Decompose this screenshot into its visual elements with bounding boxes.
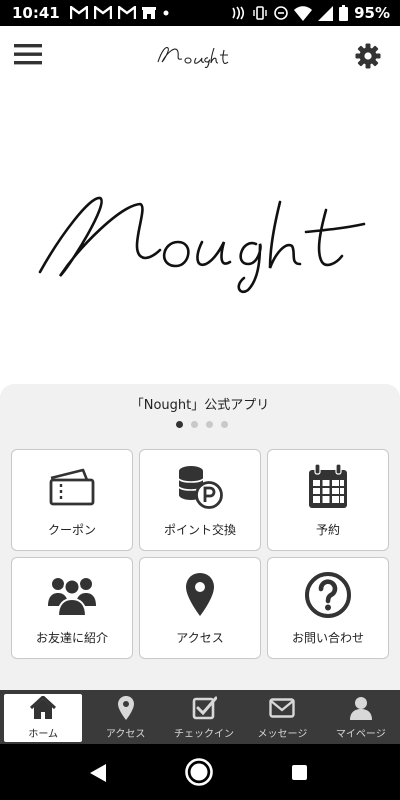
coupon-label: クーポン bbox=[47, 523, 96, 537]
nav-access-label: アクセス bbox=[105, 729, 146, 740]
gmail-icon bbox=[117, 6, 136, 19]
coupon-tile[interactable]: クーポン bbox=[11, 449, 133, 551]
battery-icon bbox=[339, 5, 349, 21]
notification-icons bbox=[69, 6, 170, 20]
hero-logo bbox=[38, 196, 366, 294]
signal-icon bbox=[318, 5, 334, 21]
home-icon bbox=[30, 696, 57, 719]
app-header bbox=[0, 26, 400, 86]
nfc-icon bbox=[232, 6, 245, 20]
carousel-indicator bbox=[176, 421, 228, 428]
checkbox-icon bbox=[192, 696, 218, 720]
nav-message-label: メッセージ bbox=[257, 729, 308, 740]
access-label: アクセス bbox=[176, 631, 224, 645]
recent-apps-icon[interactable] bbox=[292, 765, 307, 780]
reservation-label: 予約 bbox=[315, 523, 340, 537]
inquiry-tile[interactable]: お問い合わせ bbox=[267, 557, 389, 659]
nav-access[interactable]: アクセス bbox=[86, 690, 164, 744]
content-panel: 「Nought」公式アプリ クーポン ポイント交換 予約 お友達に紹介 アクセス… bbox=[0, 384, 400, 690]
carousel-dot-2[interactable] bbox=[191, 421, 198, 428]
nav-checkin[interactable]: チェックイン bbox=[165, 690, 243, 744]
coins-icon bbox=[178, 466, 223, 509]
calendar-icon bbox=[309, 463, 347, 508]
status-bar: 10:41 95% bbox=[0, 0, 400, 26]
settings-button[interactable] bbox=[354, 42, 384, 72]
back-icon[interactable] bbox=[90, 764, 106, 782]
ticket-icon bbox=[49, 468, 95, 506]
point-exchange-tile[interactable]: ポイント交換 bbox=[139, 449, 261, 551]
header-logo bbox=[157, 46, 229, 69]
bottom-nav: ホーム アクセス チェックイン メッセージ マイページ bbox=[0, 690, 400, 744]
gmail-icon bbox=[93, 6, 112, 19]
app-title: 「Nought」公式アプリ bbox=[130, 398, 270, 413]
nav-message[interactable]: メッセージ bbox=[243, 690, 321, 744]
wifi-icon bbox=[294, 5, 313, 21]
carousel-dot-4[interactable] bbox=[221, 421, 228, 428]
envelope-icon bbox=[269, 698, 296, 718]
system-nav-bar bbox=[0, 744, 400, 800]
gmail-icon bbox=[69, 6, 88, 19]
inquiry-label: お問い合わせ bbox=[291, 631, 364, 645]
map-pin-icon bbox=[117, 696, 134, 720]
map-pin-icon bbox=[186, 573, 214, 616]
group-icon bbox=[48, 578, 96, 617]
home-button-icon[interactable] bbox=[184, 757, 214, 787]
hero-banner bbox=[0, 86, 400, 386]
nav-checkin-label: チェックイン bbox=[174, 729, 235, 740]
carousel-dot-3[interactable] bbox=[206, 421, 213, 428]
person-icon bbox=[349, 697, 372, 720]
reservation-tile[interactable]: 予約 bbox=[267, 449, 389, 551]
nav-home[interactable]: ホーム bbox=[4, 694, 83, 742]
hamburger-icon bbox=[14, 44, 42, 65]
store-icon bbox=[141, 7, 156, 19]
status-time: 10:41 bbox=[12, 4, 60, 22]
question-icon bbox=[305, 572, 351, 618]
gear-icon bbox=[355, 43, 381, 69]
invite-friends-tile[interactable]: お友達に紹介 bbox=[11, 557, 133, 659]
invite-friends-label: お友達に紹介 bbox=[35, 631, 108, 645]
vibrate-icon bbox=[253, 6, 267, 20]
battery-percentage: 95% bbox=[354, 4, 390, 22]
nav-mypage[interactable]: マイページ bbox=[322, 690, 400, 744]
access-tile[interactable]: アクセス bbox=[139, 557, 261, 659]
carousel-dot-1[interactable] bbox=[176, 421, 183, 428]
nav-mypage-label: マイページ bbox=[335, 729, 386, 740]
system-status-icons: 95% bbox=[230, 4, 390, 22]
nav-home-label: ホーム bbox=[28, 729, 59, 740]
menu-button[interactable] bbox=[14, 42, 48, 70]
minus-icon bbox=[274, 6, 288, 20]
dot-icon bbox=[163, 10, 169, 16]
point-exchange-label: ポイント交換 bbox=[163, 523, 236, 537]
